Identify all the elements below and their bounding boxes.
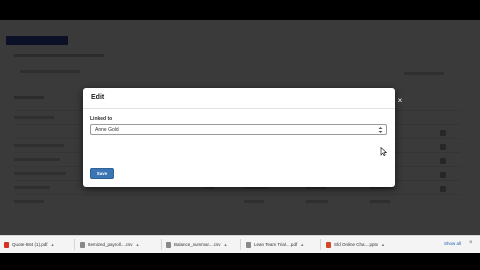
download-filename: Balance_summar....csv <box>174 242 221 247</box>
download-filename: Sfd Online Cha....pptx <box>334 242 379 247</box>
downloads-bar: Quote-584 (1).pdf ▲ Itemized_payroll....… <box>0 235 480 253</box>
divider <box>161 239 162 250</box>
download-item[interactable]: Itemized_payroll....csv ▲ <box>80 236 140 253</box>
pdf-file-icon <box>246 241 251 248</box>
linked-to-label: Linked to <box>90 116 113 122</box>
pptx-file-icon <box>326 241 331 248</box>
download-item[interactable]: Sfd Online Cha....pptx ▲ <box>326 236 385 253</box>
chevron-up-icon[interactable]: ▲ <box>136 242 140 247</box>
select-arrows-icon <box>378 127 383 133</box>
letterbox-top <box>0 0 480 20</box>
close-icon[interactable]: × <box>469 240 473 246</box>
download-filename: Itemized_payroll....csv <box>88 242 133 247</box>
app-window: Edit Linked to Anne Gold Save × <box>0 20 480 235</box>
csv-file-icon <box>166 241 171 248</box>
chevron-up-icon[interactable]: ▲ <box>381 242 385 247</box>
edit-modal: Edit Linked to Anne Gold Save <box>83 88 395 187</box>
save-button[interactable]: Save <box>90 168 114 179</box>
close-icon[interactable]: × <box>396 97 404 105</box>
divider <box>74 239 75 250</box>
chevron-up-icon[interactable]: ▲ <box>300 242 304 247</box>
mouse-cursor-icon <box>380 147 388 156</box>
linked-to-select[interactable]: Anne Gold <box>90 124 387 135</box>
linked-to-value: Anne Gold <box>95 127 119 133</box>
show-all-link[interactable]: Show all <box>444 241 461 246</box>
csv-file-icon <box>80 241 85 248</box>
modal-divider <box>83 108 395 109</box>
download-filename: Lean Team Trial....pdf <box>254 242 298 247</box>
download-filename: Quote-584 (1).pdf <box>12 242 48 247</box>
download-item[interactable]: Balance_summar....csv ▲ <box>166 236 228 253</box>
download-item[interactable]: Lean Team Trial....pdf ▲ <box>246 236 304 253</box>
divider <box>320 239 321 250</box>
chevron-up-icon[interactable]: ▲ <box>51 242 55 247</box>
download-item[interactable]: Quote-584 (1).pdf ▲ <box>4 236 55 253</box>
chevron-up-icon[interactable]: ▲ <box>224 242 228 247</box>
letterbox-bottom <box>0 253 480 270</box>
modal-title: Edit <box>91 94 105 101</box>
pdf-file-icon <box>4 241 9 248</box>
divider <box>240 239 241 250</box>
